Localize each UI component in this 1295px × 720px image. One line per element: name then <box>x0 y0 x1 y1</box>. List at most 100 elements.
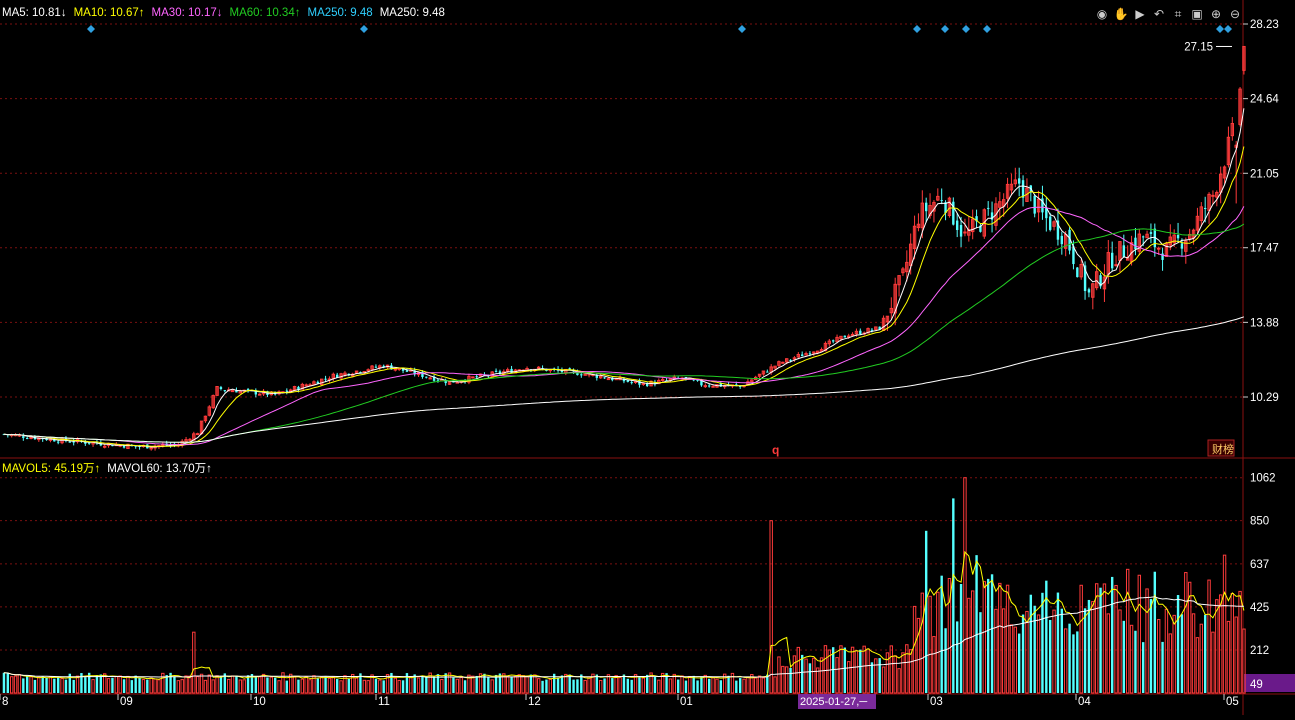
candle-body-down <box>707 385 711 387</box>
volume-bar-down <box>134 675 137 693</box>
play-icon[interactable]: ▶ <box>1132 6 1148 22</box>
volume-bar-up <box>230 675 235 694</box>
candle-body-down <box>56 441 60 443</box>
candle-body-down <box>831 340 835 342</box>
volume-bar-up <box>920 592 925 694</box>
volume-bar-down <box>529 674 533 693</box>
crosshair-icon[interactable]: ⌗ <box>1170 6 1186 22</box>
event-marker-icon <box>1216 25 1224 33</box>
candle-body-up <box>230 390 235 393</box>
volume-bar-up <box>304 676 308 694</box>
volume-bar-up <box>157 679 161 694</box>
volume-bar-down <box>22 678 25 693</box>
volume-bar-down <box>463 680 467 693</box>
volume-bar-down <box>700 676 703 693</box>
volume-bar-down <box>556 677 560 693</box>
hand-icon[interactable]: ✋ <box>1113 6 1129 22</box>
volume-bar-up <box>490 679 494 694</box>
volume-bar-down <box>843 647 847 693</box>
time-axis-label: 12 <box>528 696 541 708</box>
volume-bar-up <box>893 655 897 694</box>
image-icon[interactable]: ▣ <box>1189 6 1205 22</box>
volume-bar-down <box>626 678 630 693</box>
price-tick-label: 24.64 <box>1250 94 1279 106</box>
candle-body-up <box>846 335 851 338</box>
volume-bar-up <box>598 679 603 694</box>
ma5-line <box>3 108 1245 448</box>
volume-bar-down <box>84 677 87 693</box>
volume-bar-down <box>316 678 320 693</box>
candle-body-down <box>1122 245 1126 257</box>
volume-bar-up <box>746 676 750 694</box>
candle-body-down <box>1180 243 1184 249</box>
zoom-in-icon[interactable]: ⊕ <box>1208 6 1224 22</box>
volume-bar-down <box>266 677 269 693</box>
candle-body-down <box>1087 289 1091 293</box>
candle-body-down <box>603 377 606 379</box>
volume-bar-up <box>715 678 719 694</box>
candle-body-down <box>630 382 633 384</box>
volume-bar-up <box>207 674 212 694</box>
volume-bar-up <box>1005 584 1010 694</box>
volume-bar-up <box>1137 574 1142 694</box>
candle-body-up <box>1114 264 1118 267</box>
volume-bar-up <box>1106 613 1111 694</box>
legend-ma5-0: MA5: 10.81↓ <box>2 7 67 19</box>
volume-bar-down <box>1068 623 1071 693</box>
volume-bar-up <box>680 675 684 694</box>
candle-body-down <box>1076 267 1079 278</box>
volume-bar-down <box>99 674 103 693</box>
volume-bar-up <box>188 675 192 694</box>
stock-chart[interactable]: 28.23 24.64 21.05 17.47 13.88 10.29 1062 850 637… <box>0 0 1295 715</box>
volume-tick-label: 637 <box>1250 559 1269 571</box>
candle-body-down <box>940 200 943 202</box>
candle-body-down <box>766 371 769 373</box>
volume-bar-down <box>1056 592 1060 693</box>
volume-bar-up <box>13 675 18 694</box>
volume-bar-up <box>874 658 878 694</box>
volume-bar-down <box>979 612 982 693</box>
volume-ma-legend: MAVOL5: 45.19万↑ MAVOL60: 13.70万↑ <box>2 460 212 476</box>
volume-bar-up <box>657 679 661 694</box>
candle-body-down <box>25 438 29 440</box>
volume-bar-up <box>513 676 518 694</box>
volume-bar-down <box>952 498 955 693</box>
volume-bar-down <box>789 667 792 693</box>
volume-bar-up <box>916 617 921 694</box>
volume-bar-up <box>459 676 463 694</box>
volume-bar-up <box>106 678 111 694</box>
undo-icon[interactable]: ↶ <box>1151 6 1167 22</box>
volume-bar-up <box>1230 593 1235 694</box>
volume-bar-up <box>114 676 119 694</box>
volume-bar-up <box>184 675 188 694</box>
volume-bar-up <box>668 678 673 694</box>
candle-body-up <box>1156 247 1161 250</box>
volume-bar-up <box>1025 610 1029 694</box>
candle-body-up <box>781 361 785 364</box>
volume-bar-up <box>75 675 80 694</box>
volume-bar-up <box>261 673 266 694</box>
volume-bar-down <box>940 575 943 693</box>
volume-bar-down <box>1122 620 1126 693</box>
volume-bar-up <box>91 679 95 694</box>
volume-bar-up <box>141 679 146 694</box>
legend-ma250-4: MA250: 9.48 <box>307 7 373 19</box>
zoom-out-icon[interactable]: ⊖ <box>1227 6 1243 22</box>
volume-bar-up <box>1091 601 1095 694</box>
volume-bar-down <box>630 679 633 693</box>
price-tick-label: 28.23 <box>1250 19 1279 31</box>
volume-bar-down <box>285 680 289 693</box>
volume-bar-down <box>727 675 730 693</box>
time-axis-label: 10 <box>253 696 266 708</box>
candle-body-down <box>1176 234 1180 239</box>
chart-canvas[interactable]: 28.23 24.64 21.05 17.47 13.88 10.29 1062 850 637… <box>0 0 1295 715</box>
volume-bar-up <box>1102 583 1107 694</box>
volume-bar-up <box>269 676 274 694</box>
volume-bar-down <box>1110 576 1114 693</box>
volume-bar-up <box>970 590 975 694</box>
eye-icon[interactable]: ◉ <box>1094 6 1110 22</box>
volume-bar-down <box>986 578 990 693</box>
volume-bar-up <box>1168 633 1173 694</box>
volume-bar-down <box>475 675 478 693</box>
volume-bar-down <box>33 679 37 693</box>
